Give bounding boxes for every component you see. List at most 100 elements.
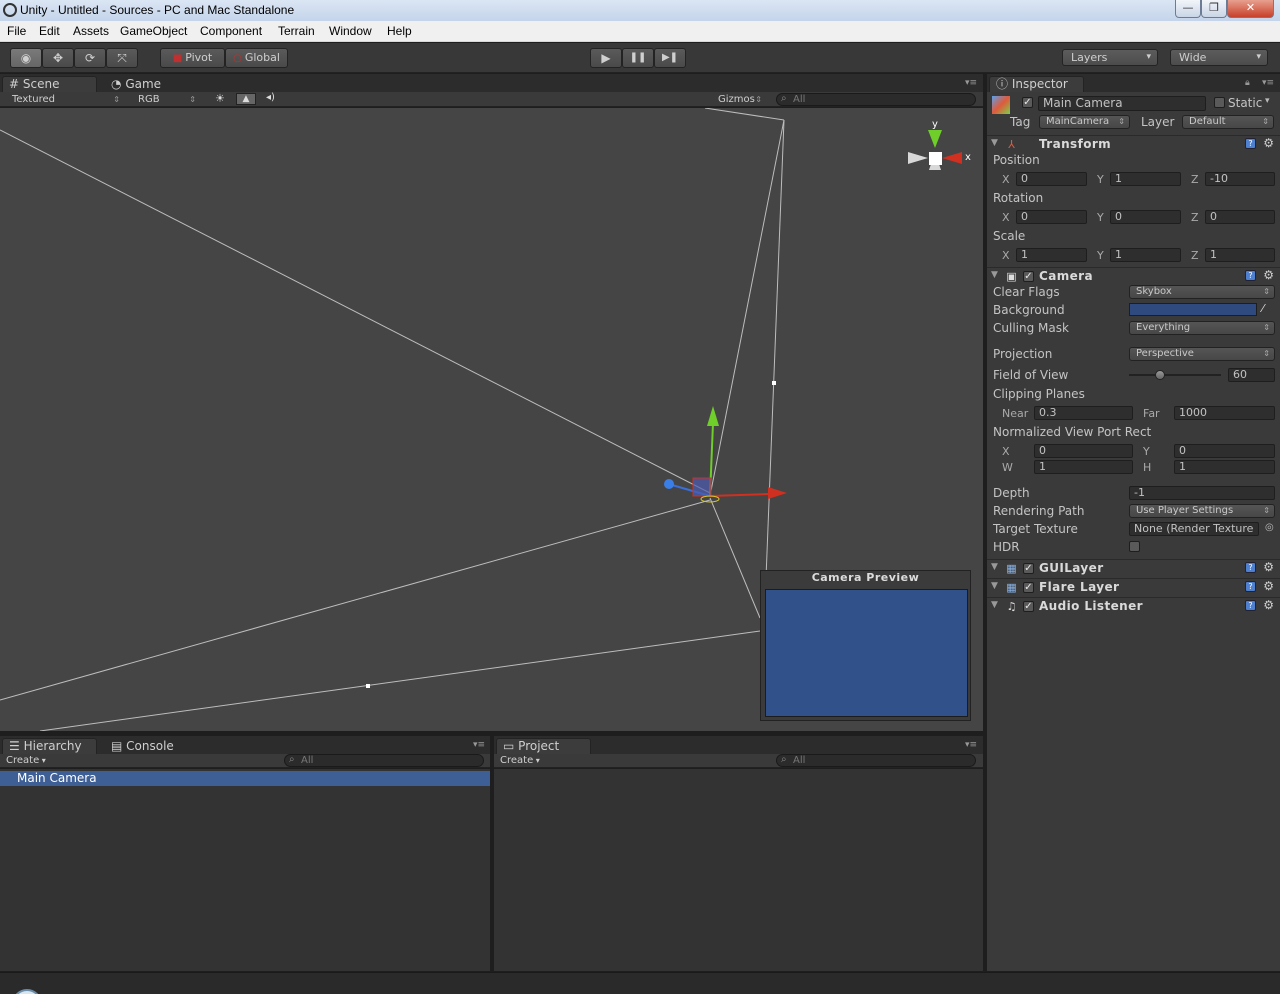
hierarchy-tab-menu-icon[interactable]: ▾≡ bbox=[473, 740, 485, 750]
menu-help[interactable]: Help bbox=[387, 24, 412, 38]
camera-object-icon[interactable] bbox=[692, 477, 712, 497]
global-toggle-button[interactable]: ○ Global bbox=[225, 48, 288, 68]
help-icon[interactable]: ? bbox=[1245, 600, 1256, 611]
gear-icon[interactable]: ⚙ bbox=[1263, 579, 1274, 593]
viewport-x-field[interactable]: 0 bbox=[1034, 444, 1133, 458]
hierarchy-create-button[interactable]: Create bbox=[6, 754, 46, 768]
render-mode-dropdown[interactable]: Textured bbox=[6, 93, 124, 106]
viewport-w-field[interactable]: 1 bbox=[1034, 460, 1133, 474]
lighting-toggle-icon[interactable]: ☀ bbox=[215, 92, 225, 105]
fold-arrow-icon[interactable]: ▼ bbox=[991, 600, 998, 610]
help-icon[interactable]: ? bbox=[1245, 138, 1256, 149]
static-checkbox[interactable] bbox=[1214, 97, 1225, 108]
depth-field[interactable]: -1 bbox=[1129, 486, 1275, 500]
help-icon[interactable]: ? bbox=[1245, 562, 1256, 573]
tab-inspector[interactable]: ⓘ Inspector bbox=[989, 76, 1084, 92]
start-orb-icon[interactable] bbox=[12, 989, 42, 994]
menu-component[interactable]: Component bbox=[200, 24, 262, 38]
frustum-handle[interactable] bbox=[772, 381, 776, 385]
fov-slider-thumb[interactable] bbox=[1155, 370, 1165, 380]
pivot-toggle-button[interactable]: ■ Pivot bbox=[160, 48, 225, 68]
projection-dropdown[interactable]: Perspective bbox=[1129, 347, 1275, 361]
far-field[interactable]: 1000 bbox=[1174, 406, 1275, 420]
layout-dropdown[interactable]: Wide bbox=[1170, 49, 1268, 66]
orientation-gizmo[interactable]: y x bbox=[908, 119, 971, 170]
inspector-lock-icon[interactable]: 🔒︎ bbox=[1245, 78, 1250, 88]
guilayer-enabled-checkbox[interactable]: ✓ bbox=[1023, 563, 1034, 574]
image-toggle-icon[interactable]: ▲ bbox=[236, 93, 256, 105]
hdr-checkbox[interactable] bbox=[1129, 541, 1140, 552]
rotation-y-field[interactable]: 0 bbox=[1110, 210, 1181, 224]
menu-file[interactable]: File bbox=[7, 24, 26, 38]
tab-project[interactable]: ▭ Project bbox=[496, 738, 591, 754]
scene-viewport[interactable]: y x Camera Preview bbox=[0, 108, 983, 731]
scale-z-field[interactable]: 1 bbox=[1205, 248, 1275, 262]
maximize-button[interactable]: ❐ bbox=[1201, 0, 1227, 18]
help-icon[interactable]: ? bbox=[1245, 270, 1256, 281]
gizmo-x-arrow[interactable] bbox=[768, 487, 787, 499]
gear-icon[interactable]: ⚙ bbox=[1263, 598, 1274, 612]
gizmos-dropdown[interactable]: Gizmos bbox=[712, 93, 766, 106]
object-picker-icon[interactable]: ◎ bbox=[1265, 522, 1274, 533]
flare-layer-enabled-checkbox[interactable]: ✓ bbox=[1023, 582, 1034, 593]
viewport-h-field[interactable]: 1 bbox=[1174, 460, 1275, 474]
object-name-input[interactable]: Main Camera bbox=[1038, 96, 1206, 111]
minimize-button[interactable]: — bbox=[1175, 0, 1201, 18]
near-field[interactable]: 0.3 bbox=[1034, 406, 1133, 420]
menu-assets[interactable]: Assets bbox=[73, 24, 109, 38]
tab-console[interactable]: ▤ Console bbox=[104, 738, 194, 754]
rendering-path-dropdown[interactable]: Use Player Settings bbox=[1129, 504, 1275, 518]
tag-dropdown[interactable]: MainCamera bbox=[1039, 115, 1130, 129]
tab-hierarchy[interactable]: ☰ Hierarchy bbox=[2, 738, 97, 754]
transform-header[interactable]: ▼ ⅄ Transform ? ⚙ bbox=[987, 135, 1280, 153]
orientation-left-cone[interactable] bbox=[908, 152, 928, 164]
layers-dropdown[interactable]: Layers bbox=[1062, 49, 1158, 66]
viewport-y-field[interactable]: 0 bbox=[1174, 444, 1275, 458]
orientation-x-cone[interactable] bbox=[942, 152, 962, 164]
play-button[interactable]: ▶ bbox=[590, 48, 622, 68]
project-tab-menu-icon[interactable]: ▾≡ bbox=[965, 740, 977, 750]
gear-icon[interactable]: ⚙ bbox=[1263, 560, 1274, 574]
audio-toggle-icon[interactable]: ◂) bbox=[266, 92, 275, 103]
move-tool-button[interactable]: ✥ bbox=[42, 48, 74, 68]
fold-arrow-icon[interactable]: ▼ bbox=[991, 270, 998, 280]
menu-edit[interactable]: Edit bbox=[39, 24, 60, 38]
frustum-handle[interactable] bbox=[366, 684, 370, 688]
project-search-input[interactable]: All bbox=[776, 754, 976, 767]
scale-y-field[interactable]: 1 bbox=[1110, 248, 1181, 262]
pause-button[interactable]: ❚❚ bbox=[622, 48, 654, 68]
gizmo-x-axis[interactable] bbox=[709, 493, 771, 497]
static-dropdown-icon[interactable]: ▾ bbox=[1265, 96, 1270, 106]
inspector-tab-menu-icon[interactable]: ▾≡ bbox=[1262, 78, 1274, 88]
scale-x-field[interactable]: 1 bbox=[1016, 248, 1087, 262]
culling-mask-dropdown[interactable]: Everything bbox=[1129, 321, 1275, 335]
guilayer-header[interactable]: ▼ ▦ ✓ GUILayer ? ⚙ bbox=[987, 559, 1280, 577]
menu-gameobject[interactable]: GameObject bbox=[120, 24, 187, 38]
project-create-button[interactable]: Create bbox=[500, 754, 540, 768]
position-z-field[interactable]: -10 bbox=[1205, 172, 1275, 186]
fov-field[interactable]: 60 bbox=[1228, 368, 1275, 382]
rotation-x-field[interactable]: 0 bbox=[1016, 210, 1087, 224]
orientation-center[interactable] bbox=[929, 152, 942, 165]
background-color-swatch[interactable] bbox=[1129, 303, 1257, 316]
position-y-field[interactable]: 1 bbox=[1110, 172, 1181, 186]
camera-enabled-checkbox[interactable]: ✓ bbox=[1023, 271, 1034, 282]
menu-window[interactable]: Window bbox=[329, 24, 372, 38]
gizmo-z-handle[interactable] bbox=[664, 479, 674, 489]
camera-header[interactable]: ▼ ▣ ✓ Camera ? ⚙ bbox=[987, 267, 1280, 285]
active-checkbox[interactable]: ✓ bbox=[1022, 97, 1033, 108]
hierarchy-search-input[interactable]: All bbox=[284, 754, 484, 767]
fold-arrow-icon[interactable]: ▼ bbox=[991, 581, 998, 591]
tab-scene[interactable]: # Scene bbox=[2, 76, 97, 92]
fold-arrow-icon[interactable]: ▼ bbox=[991, 562, 998, 572]
hierarchy-item-main-camera[interactable]: Main Camera bbox=[0, 771, 490, 786]
close-button[interactable]: ✕ bbox=[1227, 0, 1274, 18]
rotation-z-field[interactable]: 0 bbox=[1205, 210, 1275, 224]
help-icon[interactable]: ? bbox=[1245, 581, 1256, 592]
rotate-tool-button[interactable]: ⟳ bbox=[74, 48, 106, 68]
audio-listener-enabled-checkbox[interactable]: ✓ bbox=[1023, 601, 1034, 612]
tab-game[interactable]: ◔ Game bbox=[104, 76, 184, 92]
color-mode-dropdown[interactable]: RGB bbox=[132, 93, 200, 106]
fov-slider-track[interactable] bbox=[1129, 374, 1221, 376]
eyedropper-icon[interactable]: ⁄ bbox=[1262, 302, 1264, 315]
